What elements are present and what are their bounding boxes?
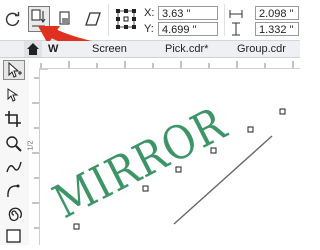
mirror-text[interactable]: MIRROR bbox=[45, 97, 235, 229]
pick-arrow-icon bbox=[8, 61, 22, 78]
reference-point-icon[interactable] bbox=[115, 8, 137, 30]
pick-tool-button[interactable] bbox=[3, 60, 25, 80]
bezier-tool-button[interactable] bbox=[4, 182, 24, 200]
rectangle-icon bbox=[6, 229, 21, 243]
drawing-canvas[interactable]: MIRROR bbox=[40, 68, 300, 245]
selection-handle bbox=[210, 147, 217, 154]
rectangle-tool-button[interactable] bbox=[4, 228, 24, 244]
shape-node-icon bbox=[7, 88, 19, 102]
selection-handle bbox=[279, 108, 286, 115]
tab-label[interactable]: Screen bbox=[92, 41, 127, 57]
toolbar-separator bbox=[224, 4, 225, 36]
curve-icon bbox=[7, 184, 20, 198]
shape-tool-button[interactable] bbox=[4, 86, 24, 104]
spiral-icon bbox=[8, 207, 22, 222]
selection-handle bbox=[175, 166, 182, 173]
toolbox bbox=[0, 58, 30, 245]
x-position-field[interactable]: 3.63 " bbox=[158, 6, 218, 20]
artistic-media-button[interactable] bbox=[4, 206, 24, 224]
document-tabs: W Screen Pick.cdr* Group.cdr bbox=[0, 41, 300, 58]
height-field[interactable]: 1.332 " bbox=[255, 22, 299, 36]
vertical-ruler[interactable]: 1/2 bbox=[27, 68, 40, 245]
freehand-icon bbox=[6, 161, 22, 173]
tab-pick[interactable]: Pick.cdr* bbox=[165, 41, 208, 57]
horizontal-ruler[interactable] bbox=[29, 58, 300, 69]
zoom-tool-button[interactable] bbox=[4, 134, 24, 152]
ruler-label: 1/2 bbox=[27, 140, 35, 151]
selection-handle bbox=[247, 126, 254, 133]
selection-handle bbox=[73, 223, 80, 230]
selection-handle bbox=[142, 185, 149, 192]
freehand-tool-button[interactable] bbox=[4, 158, 24, 176]
home-icon bbox=[27, 43, 39, 55]
crop-tool-button[interactable] bbox=[4, 110, 24, 128]
tab-group[interactable]: Group.cdr bbox=[237, 41, 286, 57]
width-icon bbox=[229, 7, 243, 19]
y-position-field[interactable]: 4.699 " bbox=[158, 22, 218, 36]
zoom-icon bbox=[6, 136, 22, 152]
crop-icon bbox=[5, 111, 21, 127]
rotate-icon[interactable] bbox=[4, 10, 22, 28]
height-icon bbox=[230, 22, 242, 36]
tab-label[interactable]: W bbox=[48, 41, 58, 57]
tab-home[interactable] bbox=[24, 41, 42, 57]
property-bar: X: 3.63 " Y: 4.699 " 2.098 " 1.332 " bbox=[0, 0, 300, 55]
width-field[interactable]: 2.098 " bbox=[255, 6, 299, 20]
y-label: Y: bbox=[144, 23, 154, 35]
x-label: X: bbox=[144, 7, 155, 19]
